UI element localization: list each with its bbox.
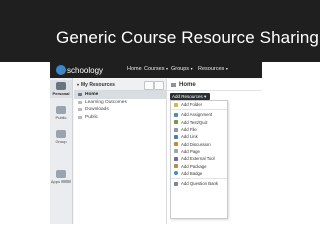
collection-label: Downloads xyxy=(85,107,109,113)
file-icon xyxy=(174,127,178,132)
collection-item-downloads[interactable]: Downloads xyxy=(74,106,166,114)
schoology-logo[interactable]: schoology xyxy=(56,64,103,76)
nav-resources-label: Resources xyxy=(198,66,225,72)
public-icon xyxy=(56,106,66,114)
menu-item-label: Add Assignment xyxy=(181,112,213,118)
folder-icon xyxy=(174,102,178,107)
apps-icon xyxy=(56,170,66,178)
menu-item-add-package[interactable]: Add Package xyxy=(171,162,227,169)
slide-title: Generic Course Resource Sharing xyxy=(56,28,319,47)
quiz-icon xyxy=(174,120,178,125)
collection-item-home[interactable]: Home xyxy=(74,91,166,99)
menu-item-label: Add Page xyxy=(181,148,200,154)
chevron-down-icon: ▾ xyxy=(166,66,169,71)
package-icon xyxy=(174,164,178,169)
menu-item-label: Add Badge xyxy=(181,170,203,176)
nav-resources[interactable]: Resources ▾ xyxy=(198,66,228,72)
resource-sidebar: Personal Public Group Apps xyxy=(50,78,73,224)
page-title: Home xyxy=(179,81,196,88)
question-bank-icon xyxy=(174,181,178,186)
menu-item-add-external-tool[interactable]: Add External Tool xyxy=(171,155,227,162)
menu-item-label: Add Question Bank xyxy=(181,181,219,187)
logo-badge-icon xyxy=(56,65,66,75)
my-resources-header: ▾ My Resources xyxy=(74,79,166,91)
sidebar-item-label: Group xyxy=(55,139,67,144)
menu-item-label: Add Link xyxy=(181,134,198,140)
menu-item-add-test-quiz[interactable]: Add Test/Quiz xyxy=(171,119,227,126)
sidebar-item-label: Apps xyxy=(50,179,60,184)
link-icon xyxy=(174,134,178,139)
sidebar-item-apps[interactable]: Apps xyxy=(50,170,72,184)
download-icon xyxy=(78,108,82,112)
menu-item-label: Add File xyxy=(181,127,197,133)
add-resources-button[interactable]: Add Resources ▾ xyxy=(170,93,210,100)
menu-item-label: Add Package xyxy=(181,163,207,169)
public-icon xyxy=(78,115,82,119)
panel-title: My Resources xyxy=(81,81,115,88)
app-screenshot: schoology Home Courses ▾ Groups ▾ Resour… xyxy=(50,62,262,224)
sidebar-item-personal[interactable]: Personal xyxy=(50,80,72,98)
chevron-down-icon: ▾ xyxy=(225,66,228,71)
nav-groups[interactable]: Groups ▾ xyxy=(171,66,193,72)
main-header: Home xyxy=(167,79,262,91)
menu-item-add-question-bank[interactable]: Add Question Bank xyxy=(171,180,227,187)
menu-item-add-discussion[interactable]: Add Discussion xyxy=(171,140,227,147)
nav-courses[interactable]: Courses ▾ xyxy=(144,66,168,72)
collection-label: Home xyxy=(85,92,99,98)
add-folder-icon[interactable] xyxy=(154,81,164,90)
menu-item-label: Add Test/Quiz xyxy=(181,119,208,125)
sidebar-item-public[interactable]: Public xyxy=(50,106,72,120)
top-navbar: schoology Home Courses ▾ Groups ▾ Resour… xyxy=(50,62,262,78)
personal-icon xyxy=(56,82,66,90)
menu-item-add-assignment[interactable]: Add Assignment xyxy=(171,111,227,118)
home-icon xyxy=(171,82,176,87)
home-icon xyxy=(78,93,82,97)
my-resources-panel: ▾ My Resources Home Learning Outcomes Do… xyxy=(74,79,167,224)
menu-divider xyxy=(171,109,227,111)
nav-courses-label: Courses xyxy=(144,66,165,72)
collection-label: Learning Outcomes xyxy=(85,99,127,105)
menu-item-label: Add External Tool xyxy=(181,156,215,162)
menu-item-add-link[interactable]: Add Link xyxy=(171,133,227,140)
add-resources-menu: Add Folder Add Assignment Add Test/Quiz … xyxy=(170,100,228,219)
sidebar-item-group[interactable]: Group xyxy=(50,130,72,144)
page-icon xyxy=(174,149,178,154)
menu-item-add-badge[interactable]: Add Badge xyxy=(171,170,227,177)
external-tool-icon xyxy=(174,156,178,161)
nav-home[interactable]: Home xyxy=(127,66,142,72)
sidebar-item-label: Personal xyxy=(52,91,70,96)
slide-banner: Generic Course Resource Sharing xyxy=(0,0,320,62)
collection-item-public[interactable]: Public xyxy=(74,114,166,122)
collection-label: Public xyxy=(85,114,99,120)
assignment-icon xyxy=(174,112,178,117)
menu-item-label: Add Discussion xyxy=(181,141,211,147)
outcomes-icon xyxy=(78,100,82,104)
menu-item-label: Add Folder xyxy=(181,102,203,108)
logo-text: schoology xyxy=(67,65,104,75)
gear-icon[interactable] xyxy=(144,81,154,90)
main-content: Home Add Resources ▾ Add Folder Add Assi… xyxy=(167,79,262,224)
chevron-down-icon[interactable]: ▾ xyxy=(77,82,79,87)
badge-icon xyxy=(174,171,178,176)
nav-groups-label: Groups xyxy=(171,66,190,72)
apps-badge xyxy=(61,180,72,183)
menu-item-add-file[interactable]: Add File xyxy=(171,126,227,133)
group-icon xyxy=(56,130,66,138)
menu-divider xyxy=(171,177,227,179)
chevron-down-icon: ▾ xyxy=(190,66,193,71)
discussion-icon xyxy=(174,142,178,147)
sidebar-item-label: Public xyxy=(55,115,67,120)
menu-item-add-folder[interactable]: Add Folder xyxy=(171,101,227,108)
menu-item-add-page[interactable]: Add Page xyxy=(171,148,227,155)
collection-item-learning-outcomes[interactable]: Learning Outcomes xyxy=(74,99,166,107)
